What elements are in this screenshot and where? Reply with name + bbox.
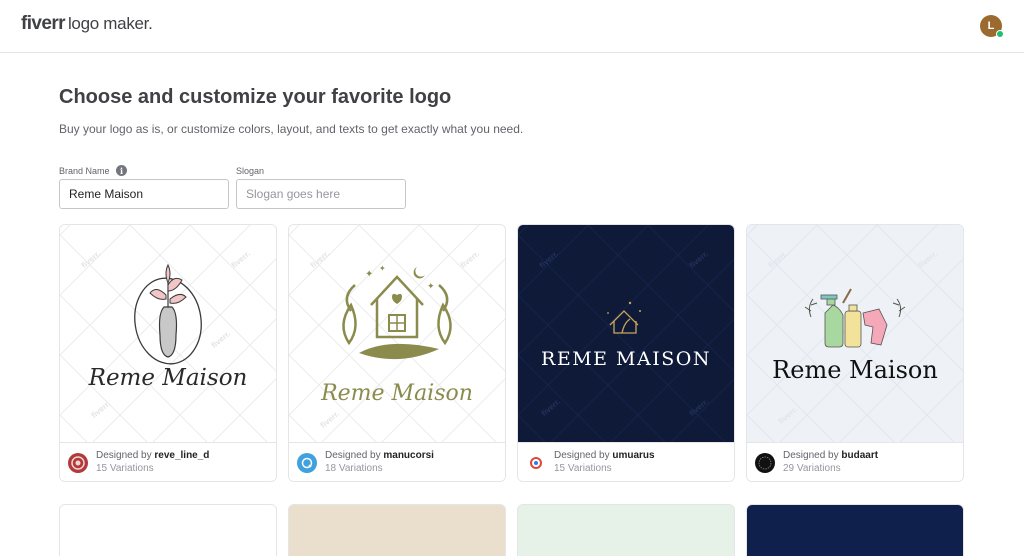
logo-card[interactable]: Reme Maison fiverr. fiverr. fiverr. Desi… [746,224,964,482]
logo-card-partial[interactable] [59,504,277,556]
logo-text: Reme Maison [88,365,248,391]
designer-name-link[interactable]: manucorsi [383,450,434,461]
brand-fiverr-text: fiverr [21,13,66,34]
logo-preview[interactable]: Reme Maison fiverr. fiverr. fiverr. [747,225,963,442]
page-title: Choose and customize your favorite logo [59,86,452,108]
designer-name-link[interactable]: umuarus [612,450,654,461]
page-subtitle: Buy your logo as is, or customize colors… [59,122,524,136]
logo-card-partial[interactable] [288,504,506,556]
logo-card[interactable]: ✦ ✦ ✦ Reme Maison fiverr. fiverr. fiverr… [288,224,506,482]
logo-card-partial[interactable] [517,504,735,556]
designed-by-line: Designed by budaart [783,450,878,461]
designed-by-label: Designed by [554,450,610,461]
user-avatar[interactable]: L [980,15,1004,38]
logo-text: REME MAISON [541,348,711,370]
designer-avatar[interactable] [297,453,317,473]
designer-name-link[interactable]: budaart [841,450,878,461]
fiverr-logo-maker-logo[interactable]: fiverr logo maker. [21,13,153,35]
card-footer: Designed by reve_line_d 15 Variations [60,442,276,481]
avatar-initial: L [987,20,995,32]
variations-count: 15 Variations [554,463,612,474]
logo-card[interactable]: Reme Maison fiverr. fiverr. fiverr. five… [59,224,277,482]
designer-avatar-icon [301,457,313,469]
logo-card-partial[interactable] [746,504,964,556]
logo-preview[interactable]: ✦ ✦ ✦ Reme Maison fiverr. fiverr. fiverr… [289,225,505,442]
designed-by-line: Designed by umuarus [554,450,655,461]
designed-by-label: Designed by [783,450,839,461]
designed-by-label: Designed by [96,450,152,461]
variations-count: 29 Variations [783,463,841,474]
designer-avatar[interactable] [526,453,546,473]
svg-text:✦: ✦ [379,264,386,273]
card-footer: Designed by manucorsi 18 Variations [289,442,505,481]
logo-preview[interactable]: Reme Maison fiverr. fiverr. fiverr. five… [60,225,276,442]
slogan-label: Slogan [236,166,265,176]
slogan-input[interactable] [236,179,406,209]
designer-name-link[interactable]: reve_line_d [154,450,209,461]
designer-avatar[interactable] [68,453,88,473]
designer-avatar-icon [71,456,85,470]
logo-text: Reme Maison [321,381,473,406]
designer-avatar-icon [530,457,542,469]
logo-card[interactable]: REME MAISON fiverr. fiverr. fiverr. five… [517,224,735,482]
online-status-dot [996,30,1004,38]
card-footer: Designed by umuarus 15 Variations [518,442,734,481]
variations-count: 18 Variations [325,463,383,474]
card-footer: Designed by budaart 29 Variations [747,442,963,481]
variations-count: 15 Variations [96,463,154,474]
svg-text:✦: ✦ [427,281,435,291]
designer-avatar-icon [758,456,772,470]
top-header: fiverr logo maker. L [0,0,1024,53]
designed-by-line: Designed by manucorsi [325,450,434,461]
svg-text:✦: ✦ [365,269,373,280]
designed-by-label: Designed by [325,450,381,461]
info-icon[interactable]: i [116,165,127,176]
brand-name-label: Brand Name [59,166,110,176]
designed-by-line: Designed by reve_line_d [96,450,209,461]
brand-name-input[interactable] [59,179,229,209]
logo-preview[interactable]: REME MAISON fiverr. fiverr. fiverr. five… [518,225,734,442]
logo-text: Reme Maison [772,356,938,384]
designer-avatar[interactable] [755,453,775,473]
brand-logo-maker-text: logo maker. [67,14,153,33]
